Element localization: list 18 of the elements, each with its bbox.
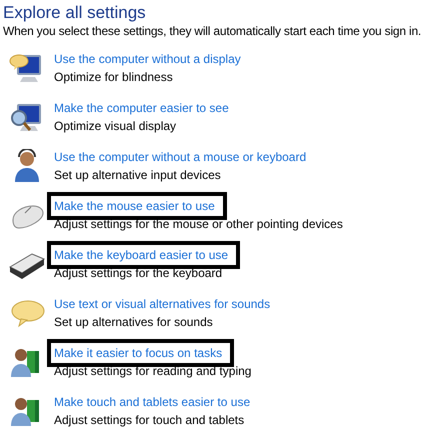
- setting-link[interactable]: Use the computer without a display: [47, 45, 253, 73]
- setting-description: Optimize visual display: [54, 119, 176, 134]
- section-title: Explore all settings: [3, 3, 147, 23]
- setting-description: Adjust settings for the keyboard: [54, 266, 222, 281]
- setting-link[interactable]: Use the computer without a mouse or keyboard: [47, 143, 318, 171]
- setting-link[interactable]: Make touch and tablets easier to use: [47, 388, 262, 416]
- setting-description: Adjust settings for the mouse or other pointing devices: [54, 217, 343, 232]
- setting-description: Adjust settings for reading and typing: [54, 364, 252, 379]
- setting-description: Optimize for blindness: [54, 70, 173, 85]
- setting-link[interactable]: Make the mouse easier to use: [47, 192, 227, 220]
- section-description: When you select these settings, they will automatically start each time you sign in.: [3, 23, 422, 39]
- setting-description: Set up alternative input devices: [54, 168, 221, 183]
- setting-link[interactable]: Make it easier to focus on tasks: [47, 339, 234, 367]
- setting-description: Set up alternatives for sounds: [54, 315, 213, 330]
- setting-link[interactable]: Make the keyboard easier to use: [47, 241, 240, 269]
- setting-description: Adjust settings for touch and tablets: [54, 413, 244, 428]
- setting-link[interactable]: Make the computer easier to see: [47, 94, 241, 122]
- setting-link[interactable]: Use text or visual alternatives for sounds: [47, 290, 282, 318]
